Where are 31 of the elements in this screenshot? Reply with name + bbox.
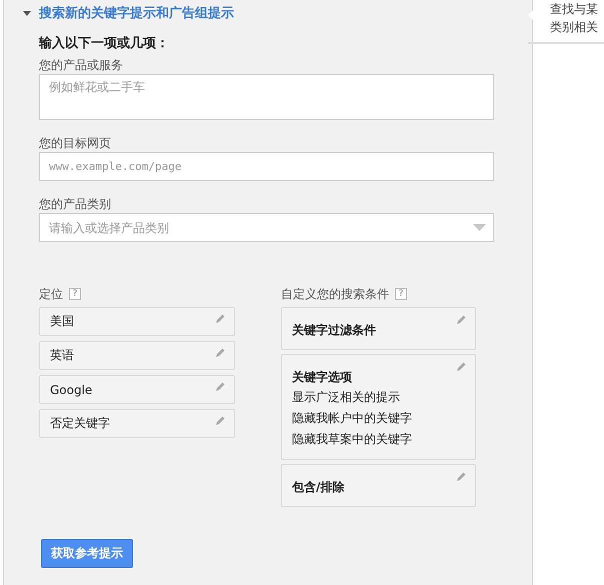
- help-icon[interactable]: ?: [395, 288, 407, 300]
- criteria-card[interactable]: 包含/排除: [281, 464, 476, 507]
- targeting-item[interactable]: 美国: [39, 307, 235, 336]
- help-icon[interactable]: ?: [69, 288, 81, 300]
- field-label: 您的目标网页: [39, 135, 112, 152]
- collapse-icon[interactable]: [23, 10, 31, 16]
- criteria-card[interactable]: 关键字选项 显示广泛相关的提示 隐藏我帐户中的关键字 隐藏我草案中的关键字: [281, 354, 476, 460]
- column-title: 自定义您的搜索条件: [281, 286, 389, 302]
- pencil-icon[interactable]: [455, 471, 467, 483]
- pencil-icon[interactable]: [455, 314, 467, 326]
- caret-icon: [473, 224, 486, 231]
- field-label: 您的产品类别: [39, 196, 112, 213]
- column-title: 定位: [39, 286, 63, 302]
- targeting-item[interactable]: 英语: [39, 341, 235, 370]
- tooltip-pointer-icon: [528, 8, 535, 22]
- pencil-icon[interactable]: [214, 313, 226, 325]
- pencil-icon[interactable]: [214, 347, 226, 359]
- section-title[interactable]: 搜索新的关键字提示和广告组提示: [39, 4, 234, 22]
- url-field[interactable]: www.example.com/page: [39, 152, 494, 181]
- targeting-item[interactable]: Google: [39, 375, 235, 404]
- targeting-item[interactable]: 否定关键字: [39, 409, 235, 438]
- tooltip-text: 查找与某: [550, 1, 599, 18]
- field-label: 您的产品或服务: [39, 57, 124, 74]
- text-area[interactable]: 例如鲜花或二手车: [39, 74, 494, 120]
- category-dropdown[interactable]: 请输入或选择产品类别: [39, 213, 494, 242]
- pencil-icon[interactable]: [214, 381, 226, 393]
- criteria-card[interactable]: 关键字过滤条件: [281, 307, 476, 350]
- form-heading: 输入以下一项或几项：: [39, 34, 170, 52]
- pencil-icon[interactable]: [214, 415, 226, 427]
- tooltip-text: 类别相关: [550, 19, 599, 36]
- pencil-icon[interactable]: [455, 361, 467, 373]
